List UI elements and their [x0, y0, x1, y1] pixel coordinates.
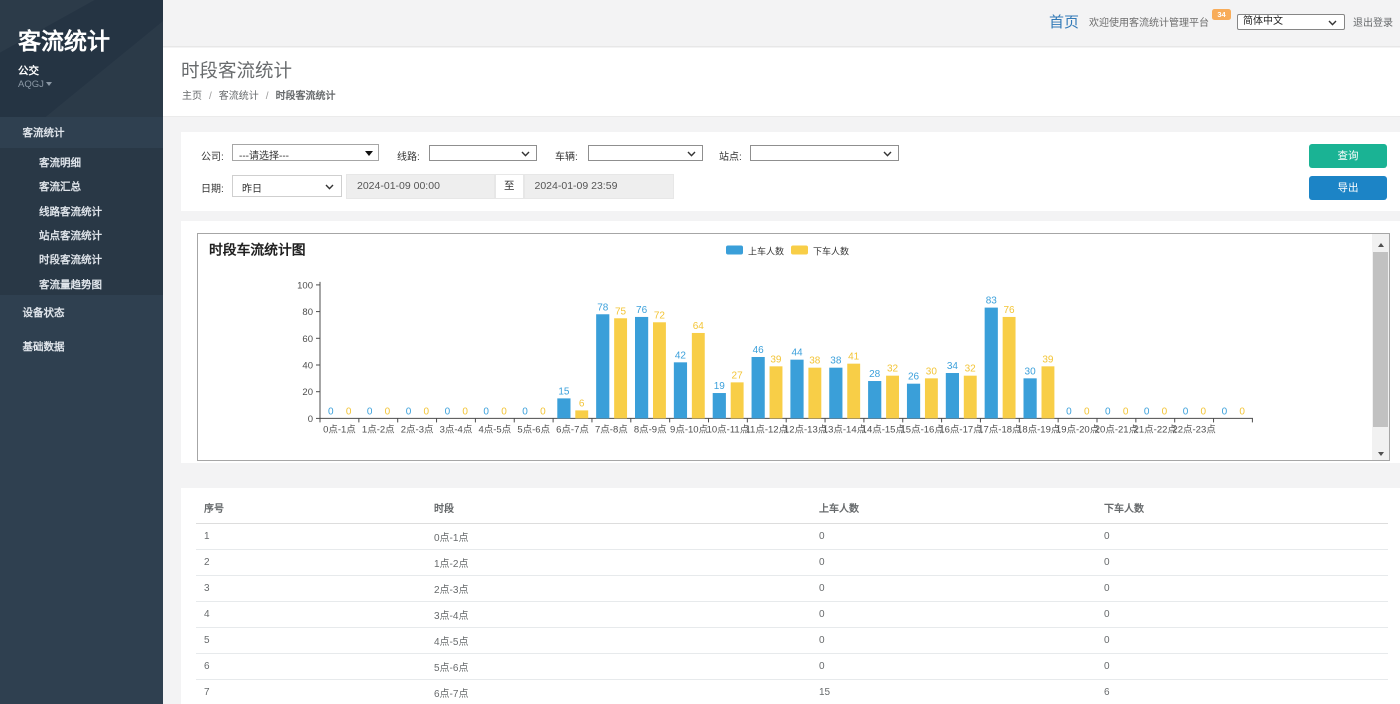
svg-text:78: 78 — [597, 302, 609, 313]
svg-text:34: 34 — [947, 361, 959, 372]
svg-text:64: 64 — [693, 321, 705, 332]
svg-text:0: 0 — [1084, 406, 1090, 417]
svg-text:15: 15 — [558, 386, 570, 397]
svg-text:4点-5点: 4点-5点 — [478, 425, 511, 436]
svg-text:0点-1点: 0点-1点 — [323, 425, 356, 436]
svg-text:15点-16点: 15点-16点 — [901, 425, 945, 436]
svg-text:20: 20 — [302, 387, 313, 398]
svg-text:0: 0 — [1201, 406, 1207, 417]
svg-text:21点-22点: 21点-22点 — [1134, 425, 1178, 436]
svg-text:32: 32 — [965, 364, 977, 375]
svg-text:0: 0 — [501, 406, 507, 417]
svg-text:40: 40 — [302, 361, 313, 372]
svg-text:20点-21点: 20点-21点 — [1095, 425, 1139, 436]
svg-text:22点-23点: 22点-23点 — [1172, 425, 1216, 436]
svg-text:0: 0 — [406, 406, 412, 417]
svg-text:0: 0 — [1066, 406, 1072, 417]
svg-text:9点-10点: 9点-10点 — [670, 425, 709, 436]
svg-text:14点-15点: 14点-15点 — [862, 425, 906, 436]
svg-text:38: 38 — [809, 356, 821, 367]
svg-text:83: 83 — [986, 296, 998, 307]
svg-text:19: 19 — [714, 381, 726, 392]
svg-text:0: 0 — [1222, 406, 1228, 417]
svg-text:2点-3点: 2点-3点 — [401, 425, 434, 436]
svg-text:39: 39 — [1042, 354, 1054, 365]
svg-text:0: 0 — [1123, 406, 1129, 417]
svg-text:8点-9点: 8点-9点 — [634, 425, 667, 436]
svg-text:0: 0 — [445, 406, 451, 417]
svg-text:100: 100 — [297, 280, 313, 291]
svg-text:0: 0 — [1239, 406, 1245, 417]
svg-text:5点-6点: 5点-6点 — [517, 425, 550, 436]
svg-text:10点-11点: 10点-11点 — [707, 425, 750, 436]
svg-text:42: 42 — [675, 350, 687, 361]
svg-text:1点-2点: 1点-2点 — [362, 425, 395, 436]
svg-text:41: 41 — [848, 352, 860, 363]
svg-text:75: 75 — [615, 306, 627, 317]
svg-text:0: 0 — [462, 406, 468, 417]
svg-text:17点-18点: 17点-18点 — [978, 425, 1022, 436]
svg-text:0: 0 — [1183, 406, 1189, 417]
svg-text:28: 28 — [869, 369, 881, 380]
svg-text:30: 30 — [926, 366, 938, 377]
svg-text:0: 0 — [346, 406, 352, 417]
svg-text:上车人数: 上车人数 — [748, 246, 784, 257]
svg-text:30: 30 — [1025, 366, 1037, 377]
svg-text:6点-7点: 6点-7点 — [556, 425, 589, 436]
svg-text:76: 76 — [1003, 305, 1015, 316]
svg-text:39: 39 — [770, 354, 782, 365]
svg-text:13点-14点: 13点-14点 — [823, 425, 867, 436]
svg-text:下车人数: 下车人数 — [813, 246, 849, 257]
svg-text:18点-19点: 18点-19点 — [1017, 425, 1061, 436]
svg-text:0: 0 — [308, 414, 313, 425]
svg-text:3点-4点: 3点-4点 — [440, 425, 473, 436]
svg-text:0: 0 — [522, 406, 528, 417]
svg-text:7点-8点: 7点-8点 — [595, 425, 628, 436]
svg-text:0: 0 — [367, 406, 373, 417]
svg-text:60: 60 — [302, 334, 313, 345]
svg-text:44: 44 — [791, 348, 803, 359]
svg-text:26: 26 — [908, 372, 920, 383]
svg-text:时段车流统计图: 时段车流统计图 — [209, 242, 306, 258]
svg-text:0: 0 — [1144, 406, 1150, 417]
svg-text:0: 0 — [1162, 406, 1168, 417]
svg-text:0: 0 — [540, 406, 546, 417]
svg-text:0: 0 — [1105, 406, 1111, 417]
svg-text:0: 0 — [483, 406, 489, 417]
svg-text:80: 80 — [302, 307, 313, 318]
svg-text:6: 6 — [579, 398, 585, 409]
svg-text:0: 0 — [385, 406, 391, 417]
svg-text:76: 76 — [636, 305, 648, 316]
svg-text:12点-13点: 12点-13点 — [784, 425, 828, 436]
svg-text:32: 32 — [887, 364, 899, 375]
svg-text:0: 0 — [328, 406, 334, 417]
svg-text:46: 46 — [753, 345, 765, 356]
svg-text:16点-17点: 16点-17点 — [939, 425, 983, 436]
svg-text:11点-12点: 11点-12点 — [745, 425, 788, 436]
svg-text:0: 0 — [424, 406, 430, 417]
svg-text:38: 38 — [830, 356, 842, 367]
svg-text:27: 27 — [732, 370, 744, 381]
svg-text:19点-20点: 19点-20点 — [1056, 425, 1100, 436]
svg-text:72: 72 — [654, 310, 666, 321]
